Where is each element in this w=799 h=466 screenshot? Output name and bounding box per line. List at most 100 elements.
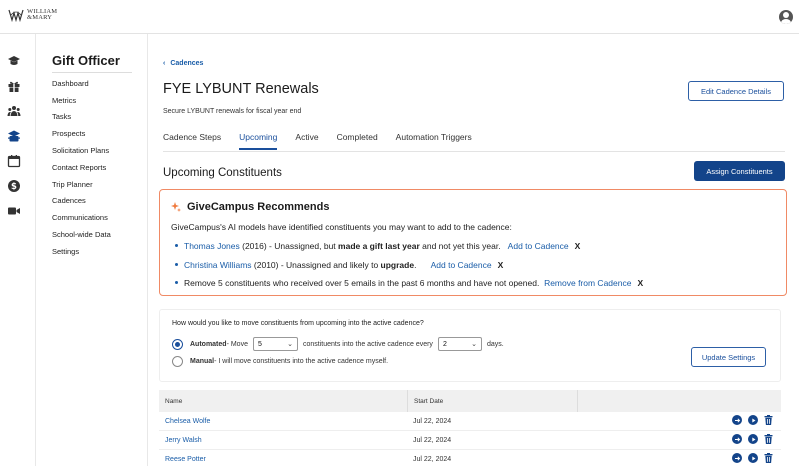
tab-upcoming[interactable]: Upcoming [239,132,278,150]
settings-question: How would you like to move constituents … [172,320,424,327]
sidebar-item-dashboard[interactable]: Dashboard [52,79,89,88]
icon-rail: $ [0,34,36,466]
constituent-name-link[interactable]: Reese Potter [159,456,407,463]
sidebar-item-communications[interactable]: Communications [52,213,108,222]
add-to-cadence-link[interactable]: Add to Cadence [431,260,492,270]
breadcrumb[interactable]: ‹ Cadences [163,60,203,67]
trash-icon[interactable] [764,453,773,465]
recommendations-header: GiveCampus Recommends [171,201,329,213]
move-interval-select[interactable]: 2 ⌄ [437,337,482,351]
tab-cadence-steps[interactable]: Cadence Steps [163,132,221,150]
column-header-name[interactable]: Name [159,398,407,405]
dollar-icon[interactable]: $ [7,179,21,193]
page-title: FYE LYBUNT Renewals [163,81,319,97]
gift-icon[interactable] [7,79,21,93]
sidebar-item-prospects[interactable]: Prospects [52,129,85,138]
recommendations-intro: GiveCampus's AI models have identified c… [171,222,512,232]
automated-label: Automated [190,340,227,348]
recommendation-item: Remove 5 constituents who received over … [171,278,643,288]
arrow-right-icon[interactable] [732,434,742,444]
sidebar-item-school-wide-data[interactable]: School-wide Data [52,230,111,239]
bullet-dot [175,244,178,247]
sparkle-icon [171,202,181,212]
constituent-name-link[interactable]: Jerry Walsh [159,437,407,444]
constituents-table: Name Start Date Chelsea Wolfe Jul 22, 20… [159,390,781,466]
sidebar-title: Gift Officer [52,53,120,68]
chevron-left-icon: ‹ [163,60,166,67]
start-date: Jul 22, 2024 [413,455,452,463]
start-date: Jul 22, 2024 [413,417,452,425]
tabs-divider [163,151,785,152]
start-date: Jul 22, 2024 [413,436,452,444]
sidebar-item-cadences[interactable]: Cadences [52,196,86,205]
constituent-link[interactable]: Christina Williams [184,260,252,270]
manual-radio[interactable] [172,356,183,367]
tab-completed[interactable]: Completed [337,132,378,150]
section-title: Upcoming Constituents [163,167,282,179]
table-row: Chelsea Wolfe Jul 22, 2024 [159,412,781,431]
automated-radio[interactable] [172,338,183,350]
trash-icon[interactable] [764,434,773,446]
tab-active[interactable]: Active [295,132,318,150]
sidebar-divider [52,72,132,73]
manual-label: Manual [190,358,215,365]
recommendations-title: GiveCampus Recommends [187,201,330,213]
recommendation-item: Christina Williams (2010) - Unassigned a… [171,260,503,270]
automated-option: Automated - Move 5 ⌄ constituents into th… [172,337,504,351]
edit-cadence-details-button[interactable]: Edit Cadence Details [688,81,784,101]
sidebar-item-tasks[interactable]: Tasks [52,112,71,121]
prospects-icon[interactable] [7,129,21,143]
sidebar-nav: Gift Officer Dashboard Metrics Tasks Pro… [36,34,148,466]
bullet-dot [175,281,178,284]
sidebar-item-settings[interactable]: Settings [52,247,79,256]
table-header: Name Start Date [159,390,781,412]
logo-text: WILLIAM &MARY [27,8,58,21]
calendar-icon[interactable] [7,154,21,168]
table-row: Reese Potter Jul 22, 2024 [159,450,781,466]
add-to-cadence-link[interactable]: Add to Cadence [508,241,569,251]
sidebar-item-contact-reports[interactable]: Contact Reports [52,163,106,172]
bullet-dot [175,263,178,266]
dismiss-button[interactable]: X [498,260,504,270]
row-actions [577,415,781,427]
sidebar-item-solicitation-plans[interactable]: Solicitation Plans [52,146,109,155]
dismiss-button[interactable]: X [637,278,643,288]
arrow-right-icon[interactable] [732,415,742,425]
assign-constituents-button[interactable]: Assign Constituents [694,161,785,181]
breadcrumb-link[interactable]: Cadences [170,60,203,67]
column-header-start-date[interactable]: Start Date [407,390,577,412]
constituent-link[interactable]: Thomas Jones [184,241,240,251]
move-count-select[interactable]: 5 ⌄ [252,337,298,351]
svg-text:$: $ [11,182,17,192]
tab-bar: Cadence Steps Upcoming Active Completed … [163,132,490,150]
column-header-actions [577,390,781,412]
table-row: Jerry Walsh Jul 22, 2024 [159,431,781,450]
row-actions [577,453,781,465]
trash-icon[interactable] [764,415,773,427]
manual-option: Manual - I will move constituents into t… [172,356,388,367]
play-icon[interactable] [748,453,758,463]
play-icon[interactable] [748,415,758,425]
move-settings-panel: How would you like to move constituents … [159,309,781,382]
top-bar: WILLIAM &MARY [0,0,799,34]
sidebar-item-metrics[interactable]: Metrics [52,96,76,105]
remove-from-cadence-link[interactable]: Remove from Cadence [544,278,631,288]
chevron-down-icon: ⌄ [287,341,293,348]
sidebar-item-trip-planner[interactable]: Trip Planner [52,180,93,189]
video-icon[interactable] [7,204,21,218]
update-settings-button[interactable]: Update Settings [691,347,766,367]
tab-automation-triggers[interactable]: Automation Triggers [396,132,472,150]
arrow-right-icon[interactable] [732,453,742,463]
graduation-cap-icon[interactable] [7,54,21,68]
constituent-name-link[interactable]: Chelsea Wolfe [159,418,407,425]
play-icon[interactable] [748,434,758,444]
row-actions [577,434,781,446]
recommendation-item: Thomas Jones (2016) - Unassigned, but ma… [171,241,580,251]
people-icon[interactable] [7,104,21,118]
william-and-mary-logo[interactable]: WILLIAM &MARY [8,8,57,22]
main-content: ‹ Cadences FYE LYBUNT Renewals Secure LYB… [148,34,799,466]
recommendations-panel: GiveCampus Recommends GiveCampus's AI mo… [159,189,787,296]
dismiss-button[interactable]: X [575,241,581,251]
user-avatar-icon[interactable] [779,10,793,24]
page-subtitle: Secure LYBUNT renewals for fiscal year e… [163,108,302,115]
